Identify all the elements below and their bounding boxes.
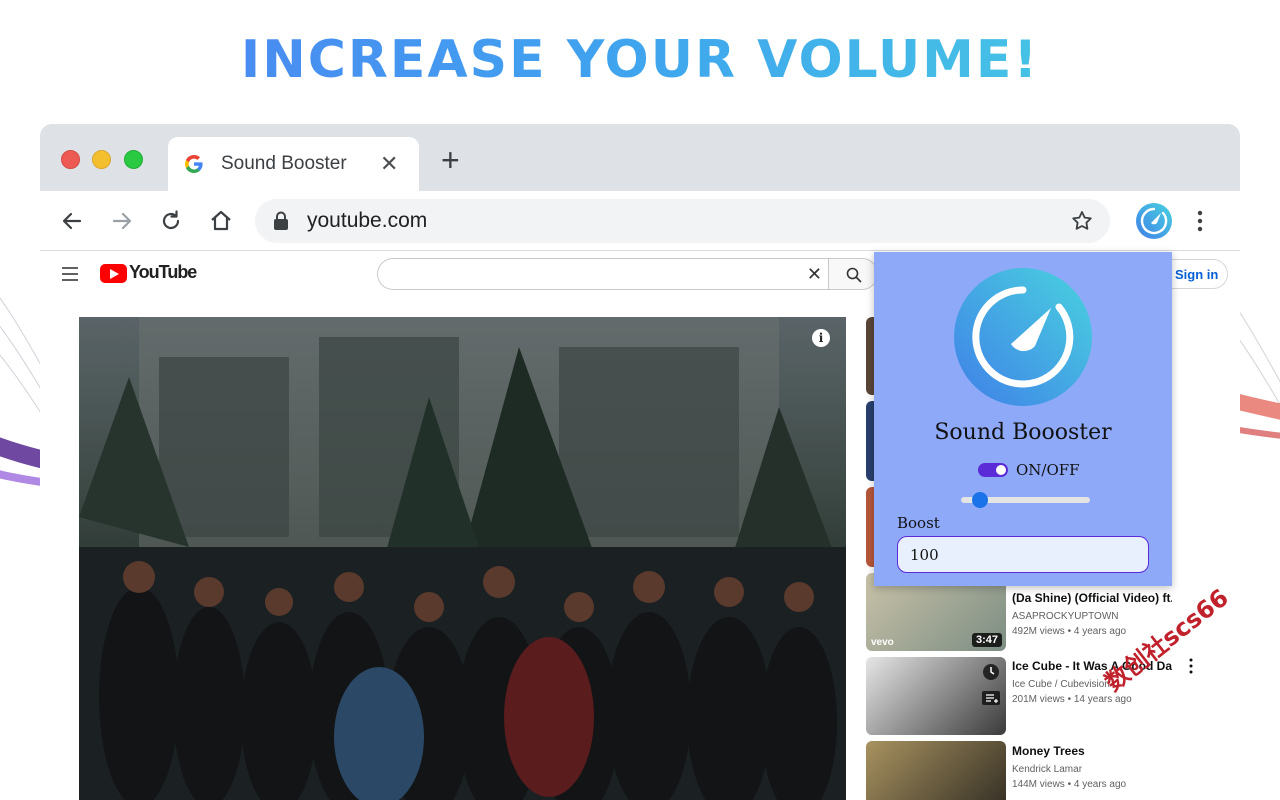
search-icon: [846, 267, 862, 283]
video-player[interactable]: i: [79, 317, 846, 800]
youtube-search-box[interactable]: ✕: [377, 258, 828, 290]
tab-strip: Sound Booster ✕ +: [40, 124, 1240, 191]
sound-booster-logo-icon: [954, 268, 1092, 406]
sidebar-video-channel[interactable]: Kendrick Lamar: [1012, 764, 1082, 775]
home-icon[interactable]: [207, 207, 235, 235]
sidebar-video-title[interactable]: (Da Shine) (Official Video) ft....: [1012, 591, 1172, 605]
tab-sound-booster[interactable]: Sound Booster ✕: [168, 137, 419, 191]
boost-label: Boost: [897, 514, 940, 532]
hamburger-menu-icon[interactable]: [62, 267, 78, 281]
browser-menu-dots-icon[interactable]: [1195, 209, 1205, 233]
add-to-queue-icon[interactable]: [982, 691, 1000, 705]
tab-title: Sound Booster: [221, 153, 347, 174]
sidebar-video-title[interactable]: Money Trees: [1012, 744, 1172, 758]
sidebar-video-meta: 201M views • 14 years ago: [1012, 694, 1132, 705]
headline: INCREASE YOUR VOLUME!: [0, 30, 1280, 90]
bookmark-star-icon[interactable]: [1070, 209, 1094, 233]
video-options-kebab-icon[interactable]: [1188, 658, 1194, 674]
sidebar-video-meta: 144M views • 4 years ago: [1012, 779, 1127, 790]
youtube-play-logo-icon: [100, 264, 127, 283]
close-tab-icon[interactable]: ✕: [380, 151, 398, 177]
sidebar-video-thumbnail[interactable]: [866, 741, 1006, 800]
forward-arrow-icon[interactable]: [108, 207, 136, 235]
lock-icon[interactable]: [273, 211, 289, 231]
video-duration: 3:47: [971, 633, 1002, 647]
toggle-label: ON/OFF: [1016, 461, 1080, 479]
youtube-search-input[interactable]: [392, 259, 792, 287]
sound-booster-extension-icon[interactable]: [1135, 202, 1173, 240]
on-off-toggle[interactable]: [978, 463, 1008, 477]
reload-icon[interactable]: [157, 207, 185, 235]
sidebar-video-channel[interactable]: Ice Cube / Cubevision: [1012, 679, 1110, 690]
vevo-badge: vevo: [871, 637, 894, 648]
url-text[interactable]: youtube.com: [307, 209, 427, 233]
youtube-logo-text: YouTube: [129, 262, 197, 282]
toggle-knob: [996, 465, 1006, 475]
sidebar-video-thumbnail[interactable]: [866, 657, 1006, 735]
minimize-window-button[interactable]: [92, 150, 111, 169]
back-arrow-icon[interactable]: [58, 207, 86, 235]
watch-later-clock-icon[interactable]: [982, 663, 1000, 681]
new-tab-plus-icon[interactable]: +: [441, 144, 460, 176]
sidebar-video-channel[interactable]: ASAPROCKYUPTOWN: [1012, 611, 1119, 622]
google-g-icon: [185, 155, 203, 173]
youtube-search-button[interactable]: [828, 258, 878, 290]
browser-toolbar: youtube.com: [40, 191, 1240, 251]
popup-title: Sound Boooster: [934, 420, 1112, 445]
clear-search-icon[interactable]: ✕: [807, 264, 822, 285]
boost-slider-thumb[interactable]: [972, 492, 989, 508]
video-frame-image: [79, 317, 846, 800]
sidebar-video-meta: 492M views • 4 years ago: [1012, 626, 1127, 637]
address-bar[interactable]: youtube.com: [255, 199, 1110, 243]
video-info-icon[interactable]: i: [812, 329, 830, 347]
boost-value-input[interactable]: [897, 536, 1149, 573]
sound-booster-popup: Sound Boooster ON/OFF Boost: [874, 252, 1172, 586]
maximize-window-button[interactable]: [124, 150, 143, 169]
close-window-button[interactable]: [61, 150, 80, 169]
